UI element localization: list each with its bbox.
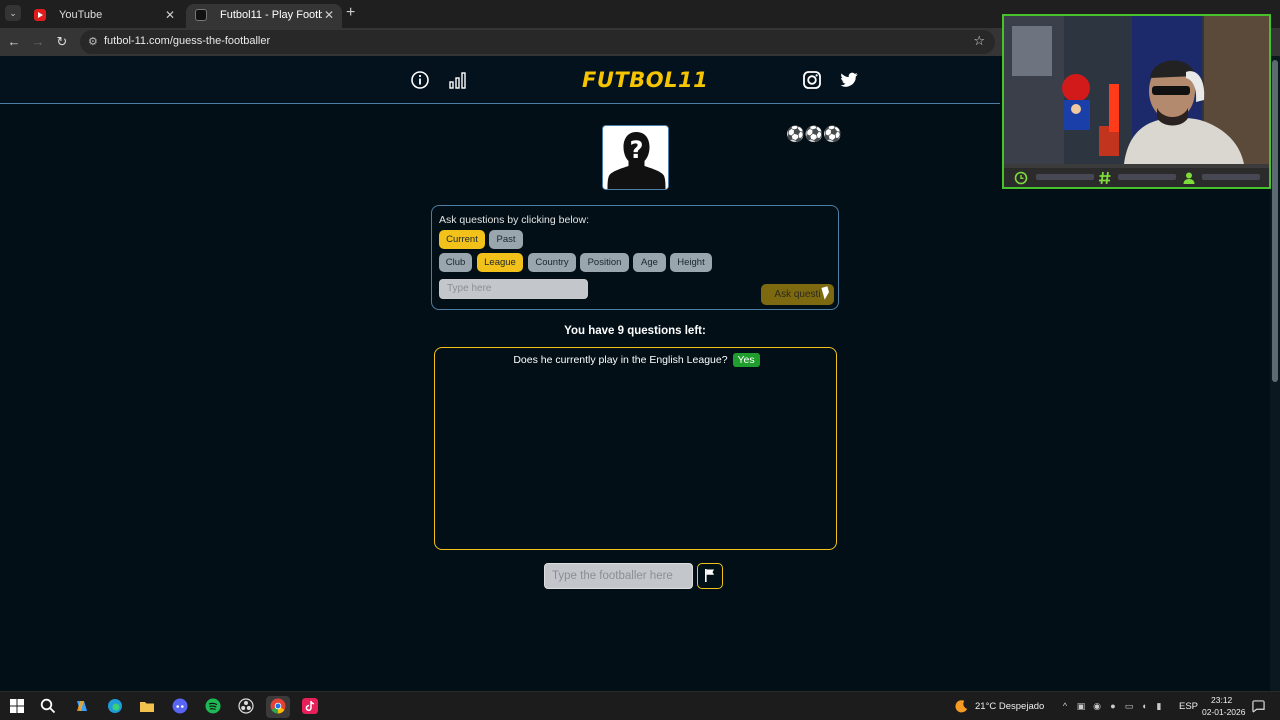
microphone-icon[interactable]: ● [1108, 701, 1118, 711]
player-silhouette-icon: ? [603, 126, 668, 189]
copilot-icon[interactable] [74, 698, 90, 714]
instagram-icon[interactable] [802, 70, 822, 90]
site-header: FUTBOL11 [0, 56, 1000, 104]
volume-icon[interactable]: ◖ [1139, 701, 1149, 711]
notification-icon[interactable] [1252, 700, 1265, 713]
chip-league[interactable]: League [477, 253, 523, 272]
flag-icon [705, 569, 715, 582]
chrome-icon[interactable] [270, 698, 286, 714]
file-explorer-icon[interactable] [139, 698, 155, 714]
qa-answer-badge: Yes [732, 353, 760, 367]
chip-age[interactable]: Age [633, 253, 666, 272]
footballer-guess-input[interactable]: Type the footballer here [544, 563, 693, 589]
ask-prompt-text: Ask questions by clicking below: [439, 214, 589, 226]
url-text[interactable]: futbol-11.com/guess-the-footballer [104, 35, 270, 47]
clock-icon [1014, 171, 1028, 185]
tab-search-button[interactable]: ⌄ [5, 5, 21, 21]
webcam-overlay [1002, 14, 1271, 189]
tab-title: YouTube [59, 9, 103, 21]
tray-app-icon[interactable]: ◉ [1092, 701, 1102, 711]
user-icon [1183, 172, 1195, 184]
futbol11-logo[interactable]: FUTBOL11 [582, 68, 708, 92]
qa-row: Does he currently play in the English Le… [435, 353, 838, 367]
hashtag-icon [1099, 171, 1111, 185]
youtube-icon [34, 9, 46, 21]
weather-text[interactable]: 21°C Despejado [975, 701, 1044, 712]
network-icon[interactable]: ▭ [1124, 701, 1134, 711]
chip-height[interactable]: Height [670, 253, 712, 272]
tab-futbol11[interactable]: Futbol11 - Play Football Guess ✕ [186, 4, 342, 28]
battery-icon[interactable]: ▮ [1154, 701, 1164, 711]
address-bar[interactable]: ⚙ futbol-11.com/guess-the-footballer ☆ [80, 30, 995, 54]
chip-position[interactable]: Position [580, 253, 629, 272]
weather-moon-icon[interactable] [954, 699, 969, 714]
blurred-stat [1118, 174, 1176, 180]
bookmark-star-icon[interactable]: ☆ [973, 33, 985, 49]
svg-text:?: ? [630, 136, 644, 164]
tab-youtube[interactable]: YouTube ✕ [25, 4, 183, 28]
search-icon[interactable] [40, 698, 56, 714]
scrollbar-thumb[interactable] [1272, 60, 1278, 382]
windows-taskbar: 21°C Despejado ^ ▣ ◉ ● ▭ ◖ ▮ ESP 23:12 0… [0, 691, 1280, 720]
chip-past[interactable]: Past [489, 230, 523, 249]
qa-question: Does he currently play in the English Le… [513, 354, 728, 366]
site-info-icon[interactable]: ⚙ [88, 35, 98, 48]
back-arrow-icon[interactable]: ← [6, 34, 22, 50]
mystery-player-avatar: ? [602, 125, 669, 190]
webcam-stats-bar [1004, 168, 1269, 187]
chevron-up-icon[interactable]: ^ [1060, 701, 1070, 711]
new-tab-button[interactable]: + [346, 4, 355, 22]
questions-left-text: You have 9 questions left: [564, 325, 706, 337]
clock-date[interactable]: 02-01-2026 [1202, 707, 1245, 717]
spotify-icon[interactable] [205, 698, 221, 714]
answers-panel: Does he currently play in the English Le… [434, 347, 837, 550]
discord-icon[interactable] [172, 698, 188, 714]
chip-club[interactable]: Club [439, 253, 472, 272]
reload-icon[interactable]: ↻ [54, 34, 70, 50]
tray-app-icon[interactable]: ▣ [1076, 701, 1086, 711]
blurred-stat [1036, 174, 1094, 180]
ask-panel: Ask questions by clicking below: Current… [431, 205, 839, 310]
chip-country[interactable]: Country [528, 253, 576, 272]
tab-close-icon[interactable]: ✕ [165, 4, 175, 26]
stats-icon[interactable] [448, 70, 468, 90]
tab-close-icon[interactable]: ✕ [324, 4, 334, 26]
clock-time[interactable]: 23:12 [1211, 695, 1232, 705]
give-up-flag-button[interactable] [697, 563, 723, 589]
edge-icon[interactable] [107, 698, 123, 714]
forward-arrow-icon[interactable]: → [30, 34, 46, 50]
info-icon[interactable] [410, 70, 430, 90]
windows-start-icon[interactable] [9, 698, 25, 714]
tab-title: Futbol11 - Play Football Guess [220, 9, 322, 21]
tiktok-icon[interactable] [302, 698, 318, 714]
language-indicator[interactable]: ESP [1179, 701, 1198, 712]
question-input[interactable]: Type here [439, 279, 588, 299]
webcam-feed [1004, 16, 1269, 164]
obs-icon[interactable] [238, 698, 254, 714]
lives-indicator: ⚽⚽⚽ [786, 126, 843, 143]
blurred-stat [1202, 174, 1260, 180]
chip-current[interactable]: Current [439, 230, 485, 249]
twitter-icon[interactable] [839, 70, 859, 90]
page-scrollbar[interactable] [1270, 56, 1280, 691]
futbol11-icon [195, 9, 207, 21]
